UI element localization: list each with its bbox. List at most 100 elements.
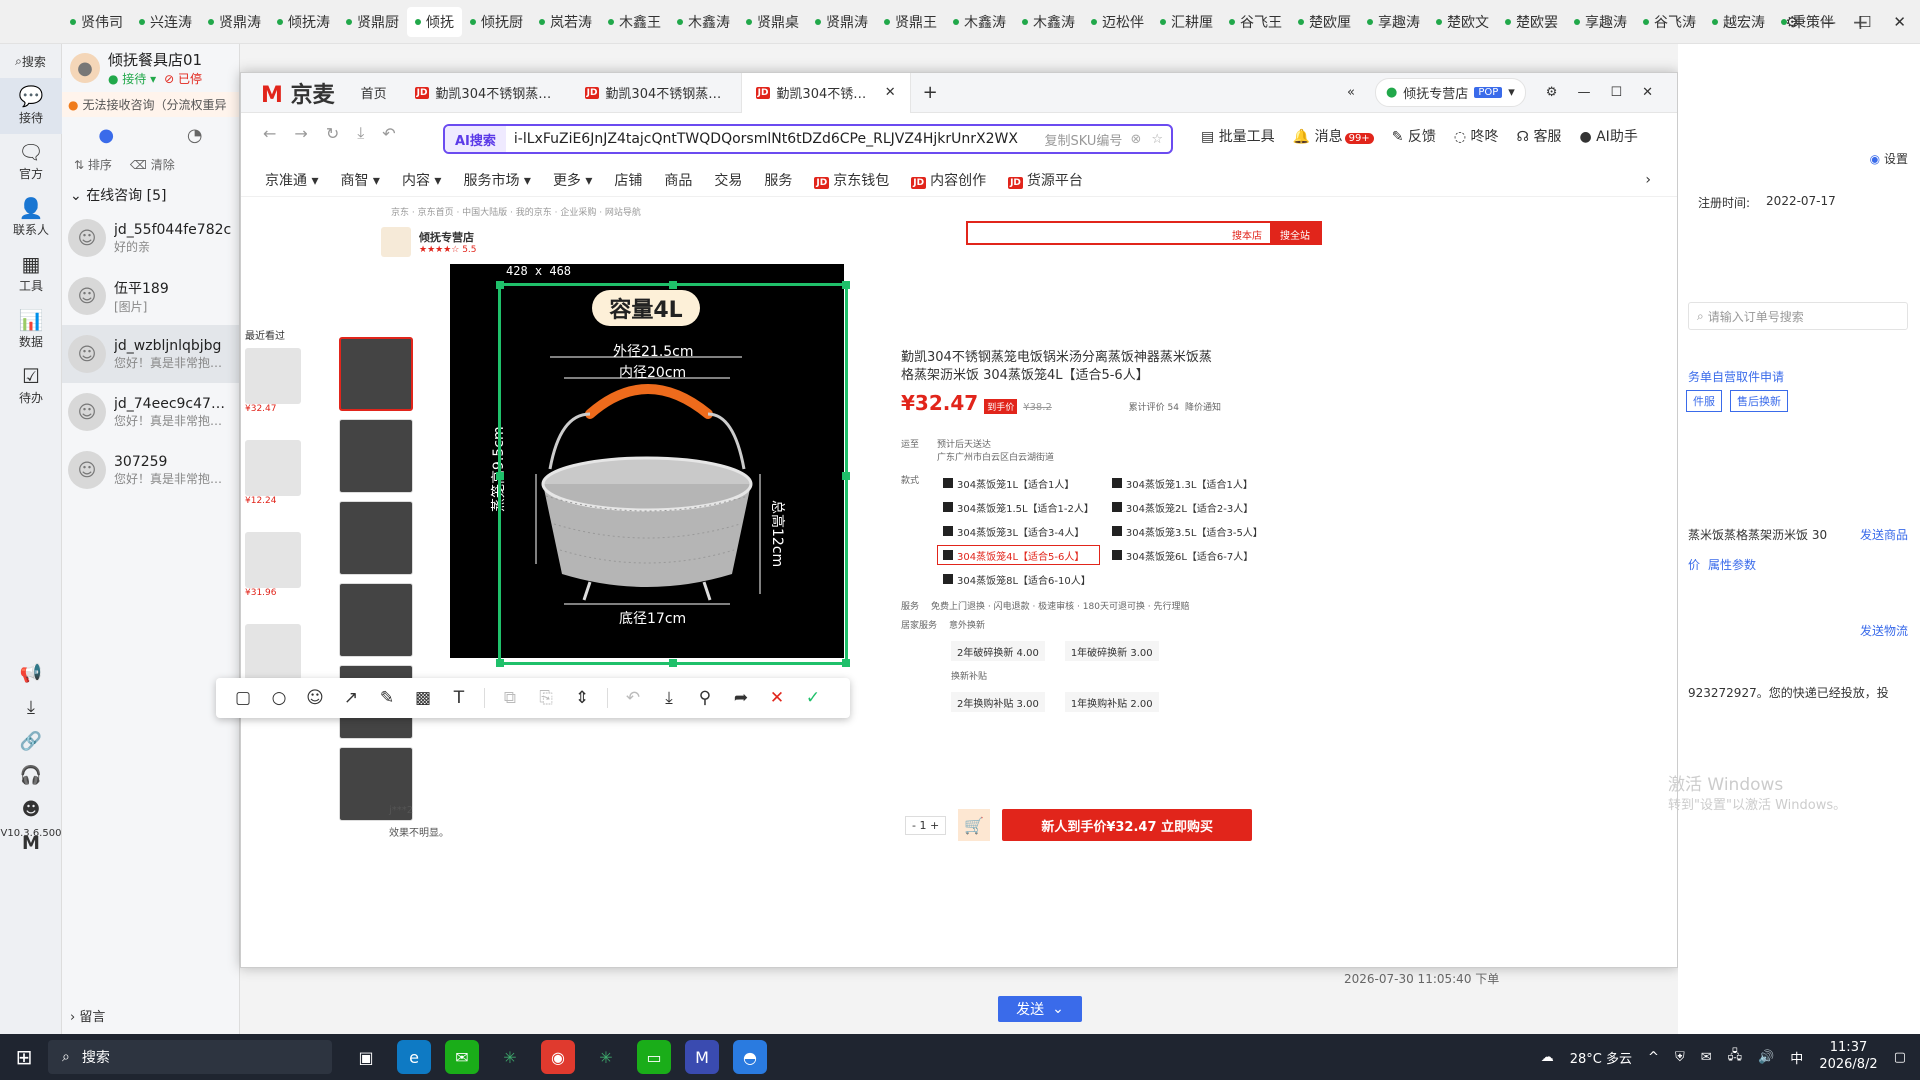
close-icon[interactable]: ✕ bbox=[1893, 13, 1906, 31]
forward-icon[interactable]: → bbox=[294, 124, 307, 143]
top-tab[interactable]: 贤鼎厨 bbox=[338, 7, 407, 37]
thumbnail[interactable] bbox=[339, 583, 413, 657]
menu-item[interactable]: 服务市场 ▾ bbox=[463, 170, 530, 190]
jm-maximize-icon[interactable]: ☐ bbox=[1610, 85, 1622, 100]
resize-handle[interactable] bbox=[842, 281, 850, 289]
windows-start-icon[interactable]: ⊞ bbox=[0, 1045, 48, 1069]
status-badge[interactable]: ● 接待 ▾ bbox=[108, 70, 156, 87]
search-query[interactable]: i-lLxFuZiE6JnJZ4tajcQntTWQDQorsmlNt6tDZd… bbox=[506, 131, 1045, 147]
capture-selection[interactable] bbox=[496, 281, 850, 667]
ime-indicator[interactable]: 中 bbox=[1790, 1048, 1803, 1067]
spec-option[interactable]: 304蒸饭笼4L【适合5-6人】 bbox=[937, 545, 1100, 566]
chat-list-item[interactable]: ☺ jd_wzbljnlqbjbg 您好！真是非常抱歉... bbox=[62, 325, 239, 383]
spec-option[interactable]: 304蒸饭笼2L【适合2-3人】 bbox=[1106, 497, 1269, 517]
settings-icon[interactable]: ⚙ bbox=[1786, 13, 1799, 31]
collapse-icon[interactable]: « bbox=[1347, 85, 1355, 100]
edge-icon[interactable]: e bbox=[397, 1040, 431, 1074]
chat-list-item[interactable]: ☺ jd_55f044fe782c 好的亲 bbox=[62, 209, 239, 267]
section-header[interactable]: ⌄ 在线咨询 [5] bbox=[62, 181, 239, 209]
resize-handle[interactable] bbox=[842, 659, 850, 667]
jm-tab[interactable]: JD 勤凯304不锈钢蒸笼电 bbox=[571, 73, 741, 113]
dongdong[interactable]: ◌ 咚咚 bbox=[1454, 126, 1499, 146]
store-search-input[interactable] bbox=[968, 223, 1224, 243]
top-tab[interactable]: 贤鼎王 bbox=[876, 7, 945, 37]
menu-item[interactable]: 店铺 bbox=[614, 170, 642, 190]
robot-icon[interactable]: ☻ bbox=[0, 792, 62, 826]
jm-minimize-icon[interactable]: — bbox=[1577, 85, 1590, 100]
thumbnail[interactable] bbox=[339, 337, 413, 411]
repair-button[interactable]: 件服 bbox=[1686, 390, 1722, 412]
top-tab[interactable]: 楚欧厘 bbox=[1290, 7, 1359, 37]
cart-icon[interactable]: 🛒 bbox=[958, 809, 991, 841]
chat-list-item[interactable]: ☺ 伍平189 [图片] bbox=[62, 267, 239, 325]
taskview-icon[interactable]: ▣ bbox=[349, 1040, 383, 1074]
top-tab[interactable]: 木鑫涛 bbox=[1014, 7, 1083, 37]
rail-search[interactable]: ⌕ 搜索 bbox=[0, 44, 61, 78]
download-page-icon[interactable]: ⤓ bbox=[357, 123, 364, 143]
clear-button[interactable]: ⌫ 清除 bbox=[130, 156, 175, 173]
recommend-item[interactable]: ¥31.96 bbox=[245, 532, 301, 598]
rail-item[interactable]: 💬 接待 bbox=[0, 78, 62, 134]
arrow-icon[interactable]: ↗ bbox=[340, 687, 362, 709]
top-tab[interactable]: 兴连涛 bbox=[131, 7, 200, 37]
menu-item[interactable]: 商品 bbox=[664, 170, 692, 190]
top-tab[interactable]: 木鑫涛 bbox=[669, 7, 738, 37]
buy-now-button[interactable]: 新人到手价¥32.47 立即购买 bbox=[1002, 809, 1253, 841]
emoji-icon[interactable]: ☺ bbox=[304, 687, 326, 709]
resize-handle[interactable] bbox=[496, 472, 504, 480]
megaphone-icon[interactable]: 📢 bbox=[0, 656, 62, 690]
menu-item[interactable]: JD 京东钱包 bbox=[814, 170, 889, 190]
menu-item[interactable]: 京准通 ▾ bbox=[265, 170, 318, 190]
rail-item[interactable]: 📊 数据 bbox=[0, 302, 62, 358]
search-all-button[interactable]: 搜全站 bbox=[1270, 223, 1320, 243]
menu-more-icon[interactable]: › bbox=[1645, 172, 1651, 188]
spec-option[interactable]: 304蒸饭笼1.5L【适合1-2人】 bbox=[937, 497, 1100, 517]
app-green-icon[interactable]: ✳ bbox=[589, 1040, 623, 1074]
jm-close-icon[interactable]: ✕ bbox=[1642, 85, 1653, 100]
jm-tab[interactable]: JD 勤凯304不锈钢蒸笼电 bbox=[401, 73, 571, 113]
top-tab[interactable]: 岚若涛 bbox=[531, 7, 600, 37]
aftersale-button[interactable]: 售后换新 bbox=[1730, 390, 1788, 412]
extra-option[interactable]: 2年破碎换新 4.00 bbox=[951, 641, 1045, 662]
jingmai-icon[interactable]: M bbox=[685, 1040, 719, 1074]
undo-nav-icon[interactable]: ↶ bbox=[382, 124, 395, 143]
status-stop[interactable]: ⊘ 已停 bbox=[164, 70, 202, 87]
settings-link[interactable]: ◉ 设置 bbox=[1870, 150, 1908, 167]
rail-item[interactable]: ▦ 工具 bbox=[0, 246, 62, 302]
circle-icon[interactable]: ○ bbox=[268, 687, 290, 709]
price-notice[interactable]: 降价通知 bbox=[1185, 400, 1221, 413]
download-icon[interactable]: ⤓ bbox=[0, 690, 62, 724]
top-tab[interactable]: 倾抚 bbox=[407, 6, 462, 37]
notification-icon[interactable]: ▢ bbox=[1894, 1050, 1906, 1065]
minimize-icon[interactable]: — bbox=[1821, 13, 1836, 31]
headset-icon[interactable]: 🎧 bbox=[0, 758, 62, 792]
app-star-icon[interactable]: ✳ bbox=[493, 1040, 527, 1074]
thumbnail[interactable] bbox=[339, 419, 413, 493]
top-tab[interactable]: 倾抚厨 bbox=[462, 7, 531, 37]
confirm-icon[interactable]: ✓ bbox=[802, 687, 824, 709]
spec-option[interactable]: 304蒸饭笼1L【适合1人】 bbox=[937, 473, 1100, 493]
top-tab[interactable]: 迈松伴 bbox=[1083, 7, 1152, 37]
tab-home[interactable]: 首页 bbox=[347, 73, 401, 113]
rail-item[interactable]: 👤 联系人 bbox=[0, 190, 62, 246]
sort-button[interactable]: ⇅ 排序 bbox=[74, 156, 112, 173]
menu-item[interactable]: 交易 bbox=[714, 170, 742, 190]
chat-list-item[interactable]: ☺ 307259 您好！真是非常抱歉... bbox=[62, 441, 239, 499]
resize-handle[interactable] bbox=[669, 659, 677, 667]
feedback[interactable]: ✎ 反馈 bbox=[1392, 126, 1436, 146]
spec-option[interactable]: 304蒸饭笼3.5L【适合3-5人】 bbox=[1106, 521, 1269, 541]
messages[interactable]: 🔔 消息 99+ bbox=[1293, 126, 1374, 146]
pin-icon[interactable]: ⚲ bbox=[694, 687, 716, 709]
customer-service[interactable]: ☊ 客服 bbox=[1517, 126, 1562, 146]
top-tab[interactable]: 木鑫涛 bbox=[945, 7, 1014, 37]
rail-item[interactable]: 🗨 官方 bbox=[0, 134, 62, 190]
undo-icon[interactable]: ↶ bbox=[622, 687, 644, 709]
top-tab[interactable]: 木鑫王 bbox=[600, 7, 669, 37]
text-icon[interactable]: T bbox=[448, 687, 470, 709]
top-tab[interactable]: 贤伟司 bbox=[62, 7, 131, 37]
tray-chevron-icon[interactable]: ^ bbox=[1648, 1050, 1659, 1065]
ai-search-box[interactable]: AI搜索 i-lLxFuZiE6JnJZ4tajcQntTWQDQorsmlNt… bbox=[443, 124, 1173, 154]
extra-option[interactable]: 1年破碎换新 3.00 bbox=[1064, 641, 1159, 662]
extra-option[interactable]: 1年换购补贴 2.00 bbox=[1064, 692, 1159, 713]
menu-item[interactable]: 服务 bbox=[764, 170, 792, 190]
